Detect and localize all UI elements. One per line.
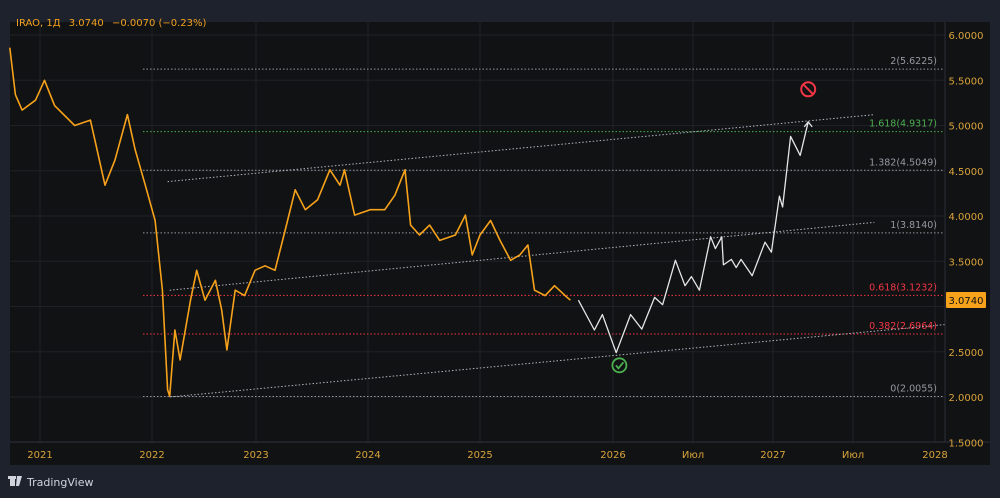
y-tick-label: 6.0000	[949, 31, 984, 42]
tradingview-logo-icon	[8, 476, 22, 486]
x-tick-label: Июл	[682, 450, 704, 461]
x-tick-label: 2022	[139, 450, 164, 461]
x-tick-label: 2027	[760, 450, 785, 461]
y-tick-label: 3.5000	[949, 257, 984, 268]
tradingview-logo[interactable]: TradingView	[8, 476, 93, 489]
legend-symbol: IRAO, 1Д	[16, 18, 61, 29]
fib-level-label: 1.382(4.5049)	[869, 157, 937, 168]
tradingview-brand: TradingView	[26, 476, 93, 489]
x-tick-label: Июл	[842, 450, 864, 461]
fib-level-label: 2(5.6225)	[890, 56, 937, 67]
x-tick-label: 2023	[243, 450, 268, 461]
y-tick-label: 5.5000	[949, 76, 984, 87]
legend-change: −0.0070 (−0.23%)	[112, 18, 207, 29]
y-tick-label: 2.0000	[949, 393, 984, 404]
x-tick-label: 2024	[355, 450, 380, 461]
last-price-label: 3.0740	[949, 296, 984, 307]
x-tick-label: 2026	[600, 450, 625, 461]
fib-level-label: 0.618(3.1232)	[869, 282, 937, 293]
y-tick-label: 4.0000	[949, 212, 984, 223]
fib-level-label: 0(2.0055)	[890, 384, 937, 395]
legend: IRAO, 1Д 3.0740 −0.0070 (−0.23%)	[16, 18, 207, 29]
x-tick-label: 2028	[922, 450, 947, 461]
fib-level-label: 1.618(4.9317)	[869, 119, 937, 130]
chart-canvas[interactable]: 2(5.6225) 1.618(4.9317) 1.382(4.5049) 1(3.8…	[0, 0, 1000, 498]
y-tick-label: 5.0000	[949, 122, 984, 133]
last-price-marker: 3.0740	[946, 292, 986, 308]
y-tick-label: 4.5000	[949, 167, 984, 178]
fib-level-label: 1(3.8140)	[890, 220, 937, 231]
y-tick-label: 2.5000	[949, 348, 984, 359]
legend-price: 3.0740	[69, 18, 104, 29]
x-tick-label: 2021	[27, 450, 52, 461]
x-tick-label: 2025	[467, 450, 492, 461]
y-tick-label: 1.5000	[949, 438, 984, 449]
